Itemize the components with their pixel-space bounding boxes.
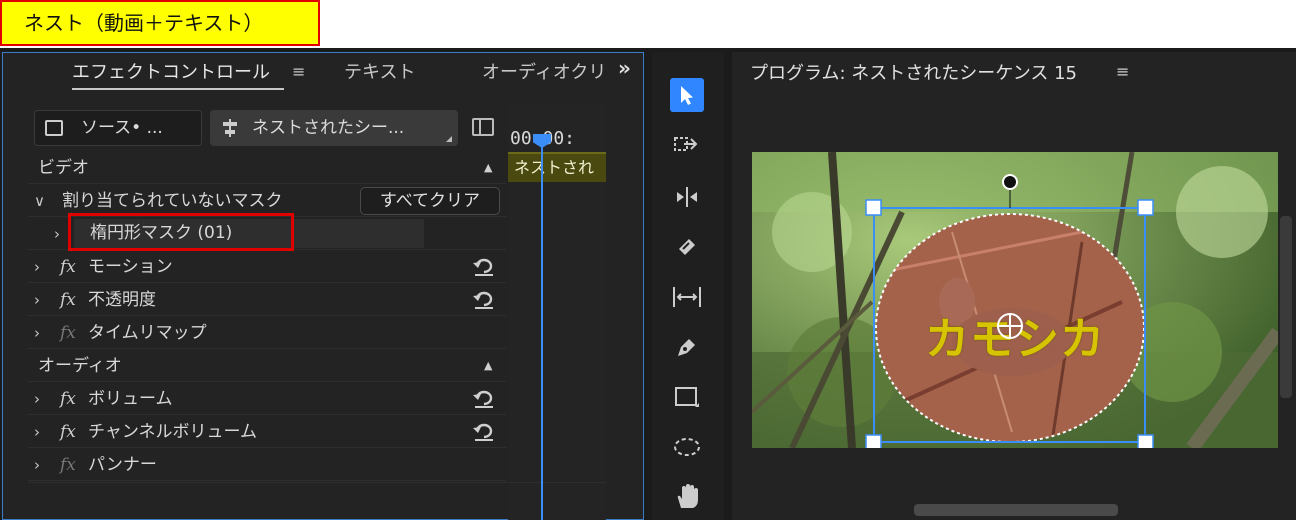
collapse-up-icon[interactable]: ▲: [484, 350, 492, 382]
tab-text[interactable]: テキスト: [344, 58, 415, 84]
chevron-right-icon[interactable]: ›: [34, 383, 40, 415]
transform-bounding-box[interactable]: [752, 152, 1278, 448]
effect-row-channel-volume[interactable]: › fx チャンネルボリューム: [28, 416, 506, 448]
vertical-scrollbar[interactable]: [1280, 216, 1292, 398]
effect-volume-label: ボリューム: [88, 389, 173, 409]
pen-tool-icon[interactable]: [670, 330, 704, 364]
effect-row-panner[interactable]: › fx パンナー: [28, 449, 506, 481]
reset-icon[interactable]: [472, 389, 496, 409]
source-clip-button[interactable]: ソース• ...: [34, 110, 202, 146]
chevron-right-icon[interactable]: ›: [34, 317, 40, 349]
section-video-header[interactable]: ビデオ ▲: [28, 152, 506, 184]
effect-row-volume[interactable]: › fx ボリューム: [28, 383, 506, 415]
section-video-label: ビデオ: [38, 158, 89, 178]
sequence-clip-button[interactable]: ネストされたシー...: [210, 110, 458, 146]
align-center-icon: [223, 119, 237, 137]
toggle-timeline-view-icon[interactable]: [472, 118, 494, 136]
selection-tool-icon[interactable]: [670, 78, 704, 112]
collapse-up-icon[interactable]: ▲: [484, 152, 492, 184]
panel-divider: [28, 482, 606, 483]
fx-icon: fx: [60, 323, 76, 343]
playhead-line[interactable]: [541, 136, 543, 520]
effect-channel-volume-label: チャンネルボリューム: [88, 422, 257, 442]
fx-icon[interactable]: fx: [60, 251, 76, 283]
reset-icon[interactable]: [472, 257, 496, 277]
chevron-right-icon[interactable]: ›: [54, 218, 60, 250]
section-audio-label: オーディオ: [38, 356, 122, 376]
chevron-down-icon[interactable]: ∨: [34, 185, 45, 217]
reset-icon[interactable]: [472, 422, 496, 442]
timeline-clip[interactable]: ネストされ: [508, 152, 606, 182]
razor-tool-icon[interactable]: [670, 230, 704, 264]
fx-icon: fx: [60, 455, 76, 475]
section-audio-header[interactable]: オーディオ ▲: [28, 350, 506, 382]
panel-menu-icon[interactable]: ≡: [1116, 62, 1129, 81]
app-window: ネスト（動画＋テキスト） エフェクトコントロール ≡ テキスト オーディオクリ …: [0, 0, 1296, 520]
title-banner: ネスト（動画＋テキスト）: [0, 0, 320, 46]
fx-icon[interactable]: fx: [60, 284, 76, 316]
fx-icon[interactable]: fx: [60, 416, 76, 448]
dropdown-corner-icon: [446, 136, 452, 142]
hand-tool-icon[interactable]: [670, 480, 704, 514]
panel-menu-icon[interactable]: ≡: [292, 62, 305, 81]
effect-panner-label: パンナー: [88, 455, 157, 475]
active-tab-underline: [72, 88, 284, 90]
chevron-right-icon[interactable]: ›: [34, 251, 40, 283]
slip-tool-icon[interactable]: [670, 280, 704, 314]
effect-opacity-label: 不透明度: [88, 290, 156, 310]
tab-effect-controls[interactable]: エフェクトコントロール: [72, 58, 270, 84]
source-clip-label: ソース• ...: [81, 118, 163, 138]
ellipse-tool-icon[interactable]: [670, 430, 704, 464]
clip-grid-icon: [45, 120, 63, 136]
rectangle-tool-icon[interactable]: [670, 380, 704, 414]
effect-row-time-remap[interactable]: › fx タイムリマップ: [28, 317, 506, 349]
effect-motion-label: モーション: [88, 257, 173, 277]
effect-row-motion[interactable]: › fx モーション: [28, 251, 506, 283]
effect-row-opacity[interactable]: › fx 不透明度: [28, 284, 506, 316]
clear-all-button[interactable]: すべてクリア: [360, 187, 500, 215]
chevron-right-icon[interactable]: ›: [34, 449, 40, 481]
chevron-right-icon[interactable]: ›: [34, 284, 40, 316]
horizontal-scrollbar[interactable]: [914, 504, 1118, 516]
track-select-tool-icon[interactable]: [670, 128, 704, 162]
program-monitor-title[interactable]: プログラム: ネストされたシーケンス 15: [750, 59, 1077, 85]
more-tabs-icon[interactable]: »: [618, 56, 631, 80]
fx-icon[interactable]: fx: [60, 383, 76, 415]
effect-time-remap-label: タイムリマップ: [88, 323, 207, 343]
ripple-edit-tool-icon[interactable]: [670, 180, 704, 214]
program-video-frame[interactable]: カモシカ: [752, 152, 1278, 448]
annotation-highlight-box: [68, 213, 294, 251]
sequence-clip-label: ネストされたシー...: [252, 118, 405, 138]
chevron-right-icon[interactable]: ›: [34, 416, 40, 448]
tab-audio-clip-mixer[interactable]: オーディオクリ: [482, 58, 608, 84]
reset-icon[interactable]: [472, 290, 496, 310]
